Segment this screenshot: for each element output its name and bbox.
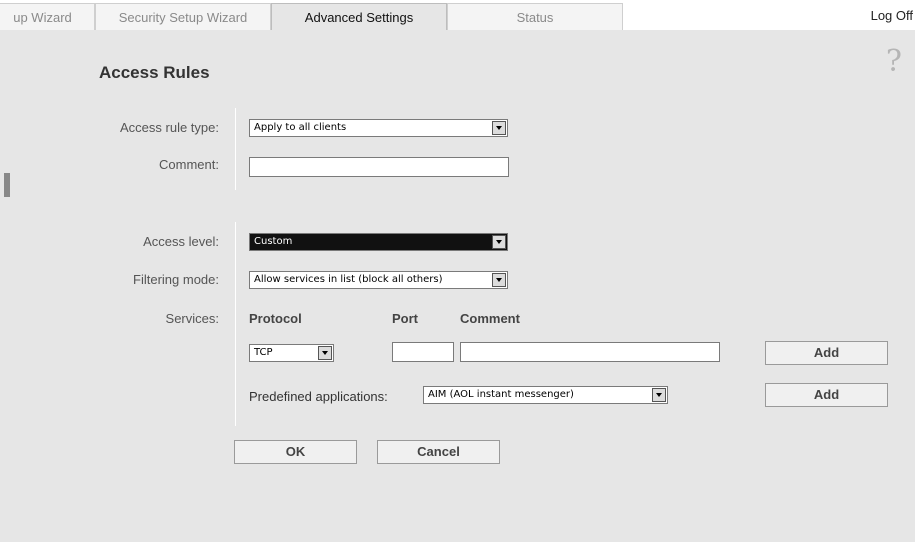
service-comment-field[interactable] [460, 342, 720, 362]
tab-advanced-settings[interactable]: Advanced Settings [271, 3, 447, 31]
chevron-down-icon [318, 346, 332, 360]
comment-field[interactable] [249, 157, 509, 177]
chevron-down-icon [492, 121, 506, 135]
chevron-down-icon [492, 273, 506, 287]
help-icon[interactable]: ? [886, 44, 902, 79]
add-service-button[interactable]: Add [765, 341, 888, 365]
select-value: TCP [254, 347, 273, 358]
tab-setup-wizard[interactable]: up Wizard [0, 3, 95, 30]
predefined-applications-label: Predefined applications: [249, 389, 388, 404]
cancel-button[interactable]: Cancel [377, 440, 500, 464]
comment-label: Comment: [159, 157, 219, 172]
tab-bar: up Wizard Security Setup Wizard Advanced… [0, 0, 915, 31]
services-label: Services: [165, 311, 219, 326]
divider [235, 108, 236, 190]
select-value: Custom [254, 236, 293, 247]
port-column-header: Port [392, 311, 418, 326]
tab-security-setup-wizard[interactable]: Security Setup Wizard [95, 3, 271, 30]
tab-label: Security Setup Wizard [118, 10, 248, 25]
tab-label: Status [516, 10, 554, 25]
select-value: Allow services in list (block all others… [254, 274, 443, 285]
select-value: Apply to all clients [254, 122, 347, 133]
divider [235, 222, 236, 426]
add-predefined-button[interactable]: Add [765, 383, 888, 407]
comment-column-header: Comment [460, 311, 520, 326]
ok-button[interactable]: OK [234, 440, 357, 464]
access-level-label: Access level: [143, 234, 219, 249]
select-value: AIM (AOL instant messenger) [428, 389, 574, 400]
chevron-down-icon [652, 388, 666, 402]
filtering-mode-label: Filtering mode: [133, 272, 219, 287]
access-rule-type-select[interactable]: Apply to all clients [249, 119, 508, 137]
protocol-column-header: Protocol [249, 311, 302, 326]
filtering-mode-select[interactable]: Allow services in list (block all others… [249, 271, 508, 289]
tab-label: Advanced Settings [304, 10, 414, 25]
access-level-select[interactable]: Custom [249, 233, 508, 251]
logoff-link[interactable]: Log Off [871, 8, 913, 23]
access-rule-type-label: Access rule type: [120, 120, 219, 135]
protocol-select[interactable]: TCP [249, 344, 334, 362]
port-field[interactable] [392, 342, 454, 362]
chevron-down-icon [492, 235, 506, 249]
left-edge-marker [4, 173, 10, 197]
tab-label: up Wizard [13, 10, 72, 25]
page-title: Access Rules [99, 63, 210, 82]
tab-status[interactable]: Status [447, 3, 623, 30]
predefined-applications-select[interactable]: AIM (AOL instant messenger) [423, 386, 668, 404]
